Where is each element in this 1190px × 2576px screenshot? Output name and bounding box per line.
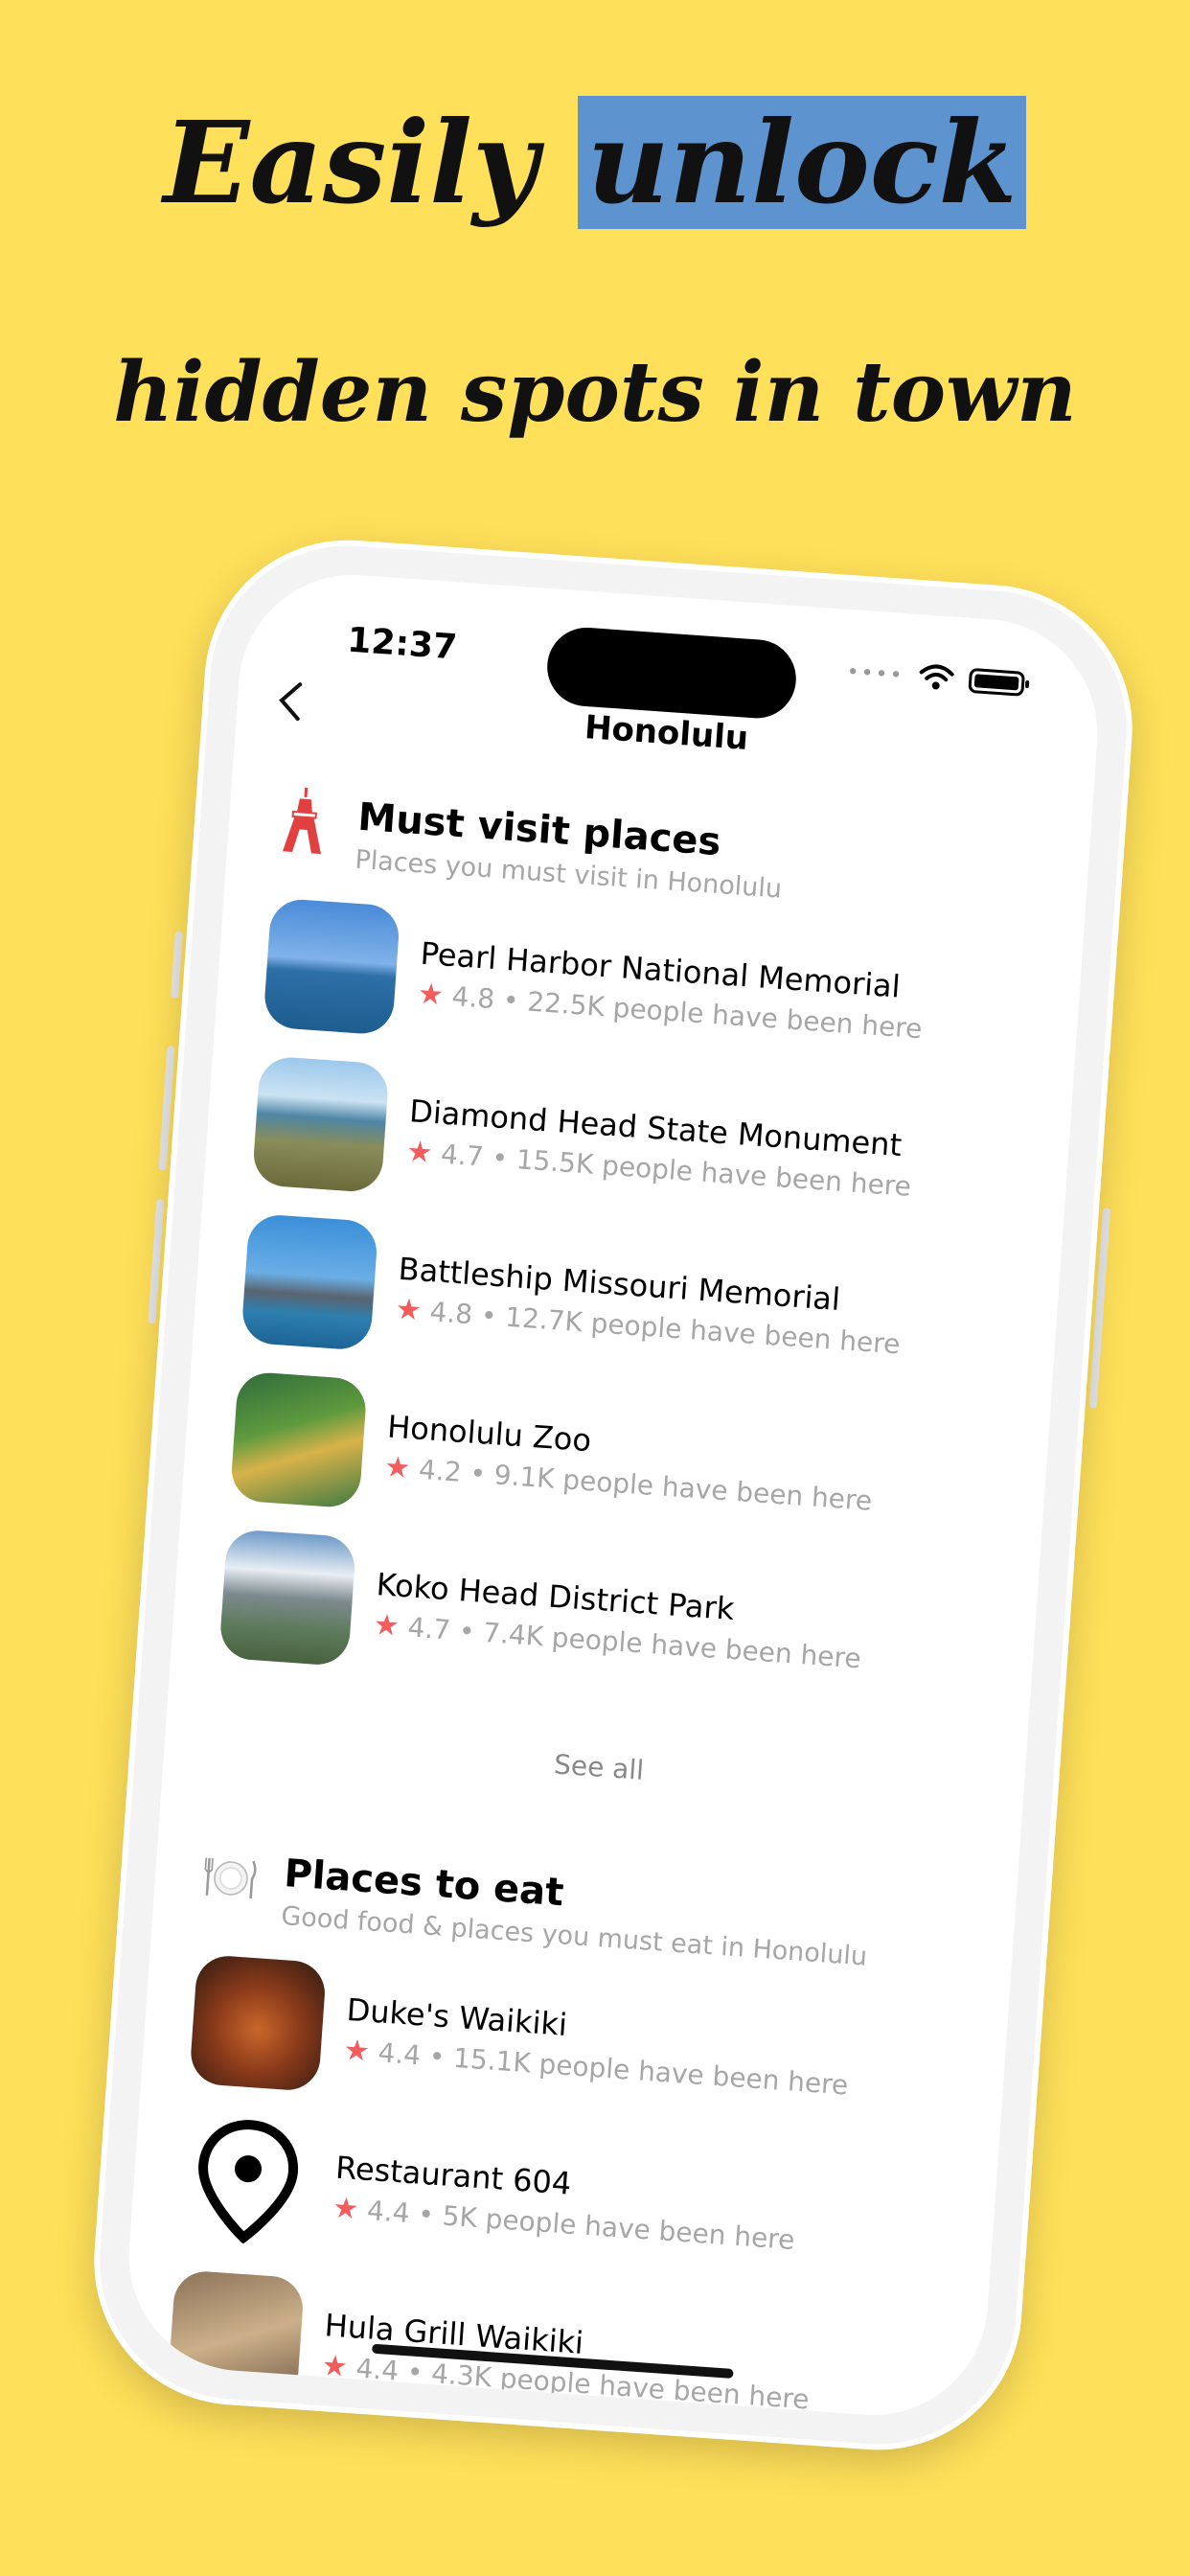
place-rating: 4.8	[428, 1296, 474, 1331]
place-thumbnail	[167, 2269, 306, 2408]
places-to-eat-section: Places to eat Good food & places you mus…	[167, 1842, 978, 2423]
headline-prefix: Easily	[163, 96, 538, 229]
list-item[interactable]: Diamond Head State Monument ★ 4.7 • 15.5…	[251, 1055, 1033, 1238]
place-rating: 4.4	[377, 2036, 423, 2072]
must-visit-section: Must visit places Places you must visit …	[211, 786, 1052, 1820]
status-icons: ••••	[846, 657, 1026, 699]
star-icon: ★	[383, 1450, 412, 1486]
dynamic-island	[544, 625, 799, 722]
section-header: Must visit places Places you must visit …	[274, 786, 1052, 923]
separator-dot: •	[417, 2197, 436, 2231]
separator-dot: •	[457, 1615, 476, 1648]
list-item[interactable]: Hula Grill Waikiki ★ 4.4 • 4.3K people h…	[167, 2269, 948, 2423]
headline-line-1: Easily unlock	[0, 91, 1190, 235]
place-rating: 4.7	[440, 1138, 485, 1173]
place-rating: 4.8	[450, 980, 496, 1016]
battery-icon	[968, 667, 1025, 697]
star-icon: ★	[320, 2349, 349, 2384]
status-time: 12:37	[346, 620, 459, 668]
star-icon: ★	[332, 2191, 360, 2227]
place-rating: 4.7	[406, 1611, 452, 1646]
phone-mockup: 12:37 •••• Honolulu Must visit places Pl…	[84, 530, 1142, 2460]
tower-icon	[275, 786, 333, 857]
list-item[interactable]: Honolulu Zoo ★ 4.2 • 9.1K people have be…	[229, 1370, 1011, 1553]
wifi-icon	[919, 664, 954, 690]
place-rating: 4.2	[418, 1453, 463, 1488]
star-icon: ★	[394, 1292, 423, 1328]
separator-dot: •	[427, 2040, 446, 2074]
place-rating: 4.4	[355, 2352, 400, 2387]
separator-dot: •	[491, 1141, 510, 1175]
place-thumbnail	[189, 1953, 328, 2093]
headline-line-2: hidden spots in town	[113, 344, 1077, 441]
section-header: Places to eat Good food & places you mus…	[200, 1842, 978, 1979]
place-thumbnail	[263, 897, 401, 1036]
place-rating: 4.4	[365, 2194, 411, 2229]
phone-side-button	[171, 931, 183, 1000]
map-pin-icon	[177, 2111, 316, 2250]
list-item[interactable]: Restaurant 604 ★ 4.4 • 5K people have be…	[177, 2111, 959, 2295]
see-all-button[interactable]: See all	[212, 1725, 986, 1810]
separator-dot: •	[405, 2356, 424, 2389]
phone-frame: 12:37 •••• Honolulu Must visit places Pl…	[84, 530, 1142, 2460]
place-thumbnail	[240, 1212, 379, 1351]
phone-screen: 12:37 •••• Honolulu Must visit places Pl…	[121, 566, 1106, 2424]
separator-dot: •	[479, 1299, 498, 1333]
list-item[interactable]: Battleship Missouri Memorial ★ 4.8 • 12.…	[240, 1212, 1021, 1396]
place-thumbnail	[251, 1055, 390, 1194]
list-item[interactable]: Duke's Waikiki ★ 4.4 • 15.1K people have…	[189, 1953, 970, 2137]
separator-dot: •	[501, 983, 520, 1017]
list-item[interactable]: Pearl Harbor National Memorial ★ 4.8 • 2…	[263, 897, 1043, 1081]
place-thumbnail	[218, 1529, 357, 1668]
separator-dot: •	[469, 1457, 488, 1490]
star-icon: ★	[416, 977, 446, 1013]
star-icon: ★	[372, 1607, 401, 1644]
star-icon: ★	[405, 1135, 434, 1170]
list-item[interactable]: Koko Head District Park ★ 4.7 • 7.4K peo…	[218, 1529, 999, 1712]
star-icon: ★	[342, 2033, 371, 2069]
headline-highlight: unlock	[577, 96, 1027, 229]
cellular-signal-icon: ••••	[845, 659, 905, 688]
plate-icon	[201, 1842, 260, 1913]
place-thumbnail	[229, 1370, 368, 1509]
